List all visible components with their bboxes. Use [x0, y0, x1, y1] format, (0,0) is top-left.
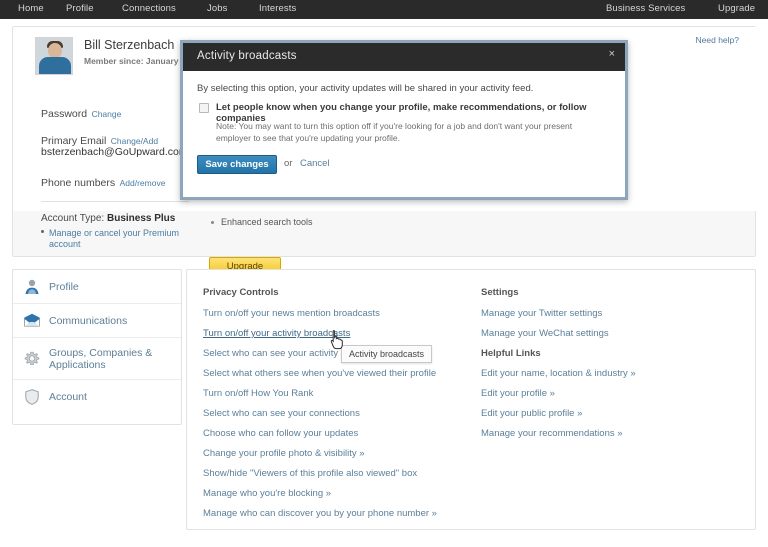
- settings-link-wechat[interactable]: Manage your WeChat settings: [481, 328, 609, 339]
- page-root: Home Profile Connections Jobs Interests …: [0, 0, 768, 547]
- mouse-cursor-pointer-icon: [329, 330, 345, 350]
- privacy-link-news-mention-broadcasts[interactable]: Turn on/off your news mention broadcasts: [203, 308, 380, 319]
- helpful-link-manage-recommendations[interactable]: Manage your recommendations »: [481, 428, 623, 439]
- person-icon: [23, 278, 41, 296]
- password-label: Password: [41, 108, 87, 120]
- nav-item-business-services[interactable]: Business Services: [606, 3, 685, 14]
- sidebar-item-label: Account: [49, 391, 87, 403]
- sidebar-item-account[interactable]: Account: [13, 380, 181, 414]
- or-separator-label: or: [284, 158, 292, 169]
- account-name: Bill Sterzenbach: [84, 38, 174, 52]
- upgrade-benefit-item: Enhanced search tools: [209, 215, 539, 229]
- shield-icon: [23, 388, 41, 406]
- nav-item-connections[interactable]: Connections: [122, 3, 176, 14]
- account-type-row: Account Type: Business Plus: [41, 213, 175, 224]
- privacy-link-manage-blocking[interactable]: Manage who you're blocking »: [203, 488, 331, 499]
- helpful-link-edit-profile[interactable]: Edit your profile »: [481, 388, 555, 399]
- sidebar-item-profile[interactable]: Profile: [13, 270, 181, 304]
- nav-item-profile[interactable]: Profile: [66, 3, 94, 14]
- cancel-link[interactable]: Cancel: [300, 158, 330, 169]
- dialog-header: Activity broadcasts ×: [183, 43, 625, 71]
- top-navigation-bar: Home Profile Connections Jobs Interests …: [0, 0, 768, 19]
- need-help-link[interactable]: Need help?: [696, 35, 739, 45]
- avatar: [35, 37, 73, 75]
- sidebar-item-communications[interactable]: Communications: [13, 304, 181, 338]
- privacy-link-connections-visibility[interactable]: Select who can see your connections: [203, 408, 360, 419]
- helpful-links-heading: Helpful Links: [481, 348, 541, 359]
- password-row: Password Change: [41, 104, 121, 122]
- phone-numbers-label: Phone numbers: [41, 177, 115, 189]
- settings-sidebar: Profile Communications Groups, Companies…: [12, 269, 182, 425]
- account-type-label: Account Type:: [41, 213, 104, 224]
- tooltip: Activity broadcasts: [341, 345, 432, 363]
- privacy-link-discover-by-phone[interactable]: Manage who can discover you by your phon…: [203, 508, 437, 519]
- phone-numbers-row: Phone numbers Add/remove: [41, 173, 165, 191]
- sidebar-item-label: Groups, Companies & Applications: [49, 347, 181, 371]
- helpful-link-edit-public-profile[interactable]: Edit your public profile »: [481, 408, 582, 419]
- manage-premium-link[interactable]: Manage or cancel your Premium account: [49, 228, 179, 249]
- account-member-since: Member since: January 14: [84, 56, 190, 66]
- privacy-link-viewers-also-viewed[interactable]: Show/hide "Viewers of this profile also …: [203, 468, 417, 479]
- activity-broadcasts-dialog: Activity broadcasts × By selecting this …: [180, 40, 628, 200]
- sidebar-item-label: Communications: [49, 315, 127, 327]
- sidebar-item-label: Profile: [49, 281, 79, 293]
- nav-item-jobs[interactable]: Jobs: [207, 3, 227, 14]
- dialog-note: Note: You may want to turn this option o…: [216, 120, 608, 144]
- close-icon[interactable]: ×: [609, 48, 615, 60]
- password-change-link[interactable]: Change: [92, 109, 122, 119]
- account-type-value: Business Plus: [107, 213, 175, 224]
- nav-item-upgrade[interactable]: Upgrade: [718, 3, 755, 14]
- privacy-controls-heading: Privacy Controls: [203, 287, 279, 298]
- privacy-link-follow-updates[interactable]: Choose who can follow your updates: [203, 428, 358, 439]
- nav-item-home[interactable]: Home: [18, 3, 44, 14]
- privacy-link-profile-photo-visibility[interactable]: Change your profile photo & visibility »: [203, 448, 365, 459]
- manage-premium-bullet: Manage or cancel your Premium account: [49, 228, 199, 250]
- phone-numbers-link[interactable]: Add/remove: [120, 178, 166, 188]
- helpful-link-edit-name-location-industry[interactable]: Edit your name, location & industry »: [481, 368, 636, 379]
- primary-email-change-link[interactable]: Change/Add: [111, 136, 158, 146]
- primary-email-value: bsterzenbach@GoUpward.com: [41, 146, 188, 158]
- account-left-divider: [41, 201, 189, 202]
- settings-heading: Settings: [481, 287, 518, 298]
- save-changes-button[interactable]: Save changes: [197, 155, 277, 174]
- sidebar-item-groups-companies-applications[interactable]: Groups, Companies & Applications: [13, 338, 181, 380]
- settings-main-panel: Privacy Controls Turn on/off your news m…: [186, 269, 756, 530]
- dialog-title: Activity broadcasts: [197, 50, 297, 62]
- nav-item-interests[interactable]: Interests: [259, 3, 296, 14]
- gear-icon: [23, 350, 41, 368]
- privacy-link-how-you-rank[interactable]: Turn on/off How You Rank: [203, 388, 313, 399]
- upgrade-benefit-label: Enhanced search tools: [221, 217, 313, 227]
- dialog-description: By selecting this option, your activity …: [197, 83, 533, 94]
- activity-broadcast-checkbox[interactable]: [199, 103, 209, 113]
- privacy-link-profile-view-visibility[interactable]: Select what others see when you've viewe…: [203, 368, 436, 379]
- envelope-icon: [23, 312, 41, 330]
- settings-link-twitter[interactable]: Manage your Twitter settings: [481, 308, 602, 319]
